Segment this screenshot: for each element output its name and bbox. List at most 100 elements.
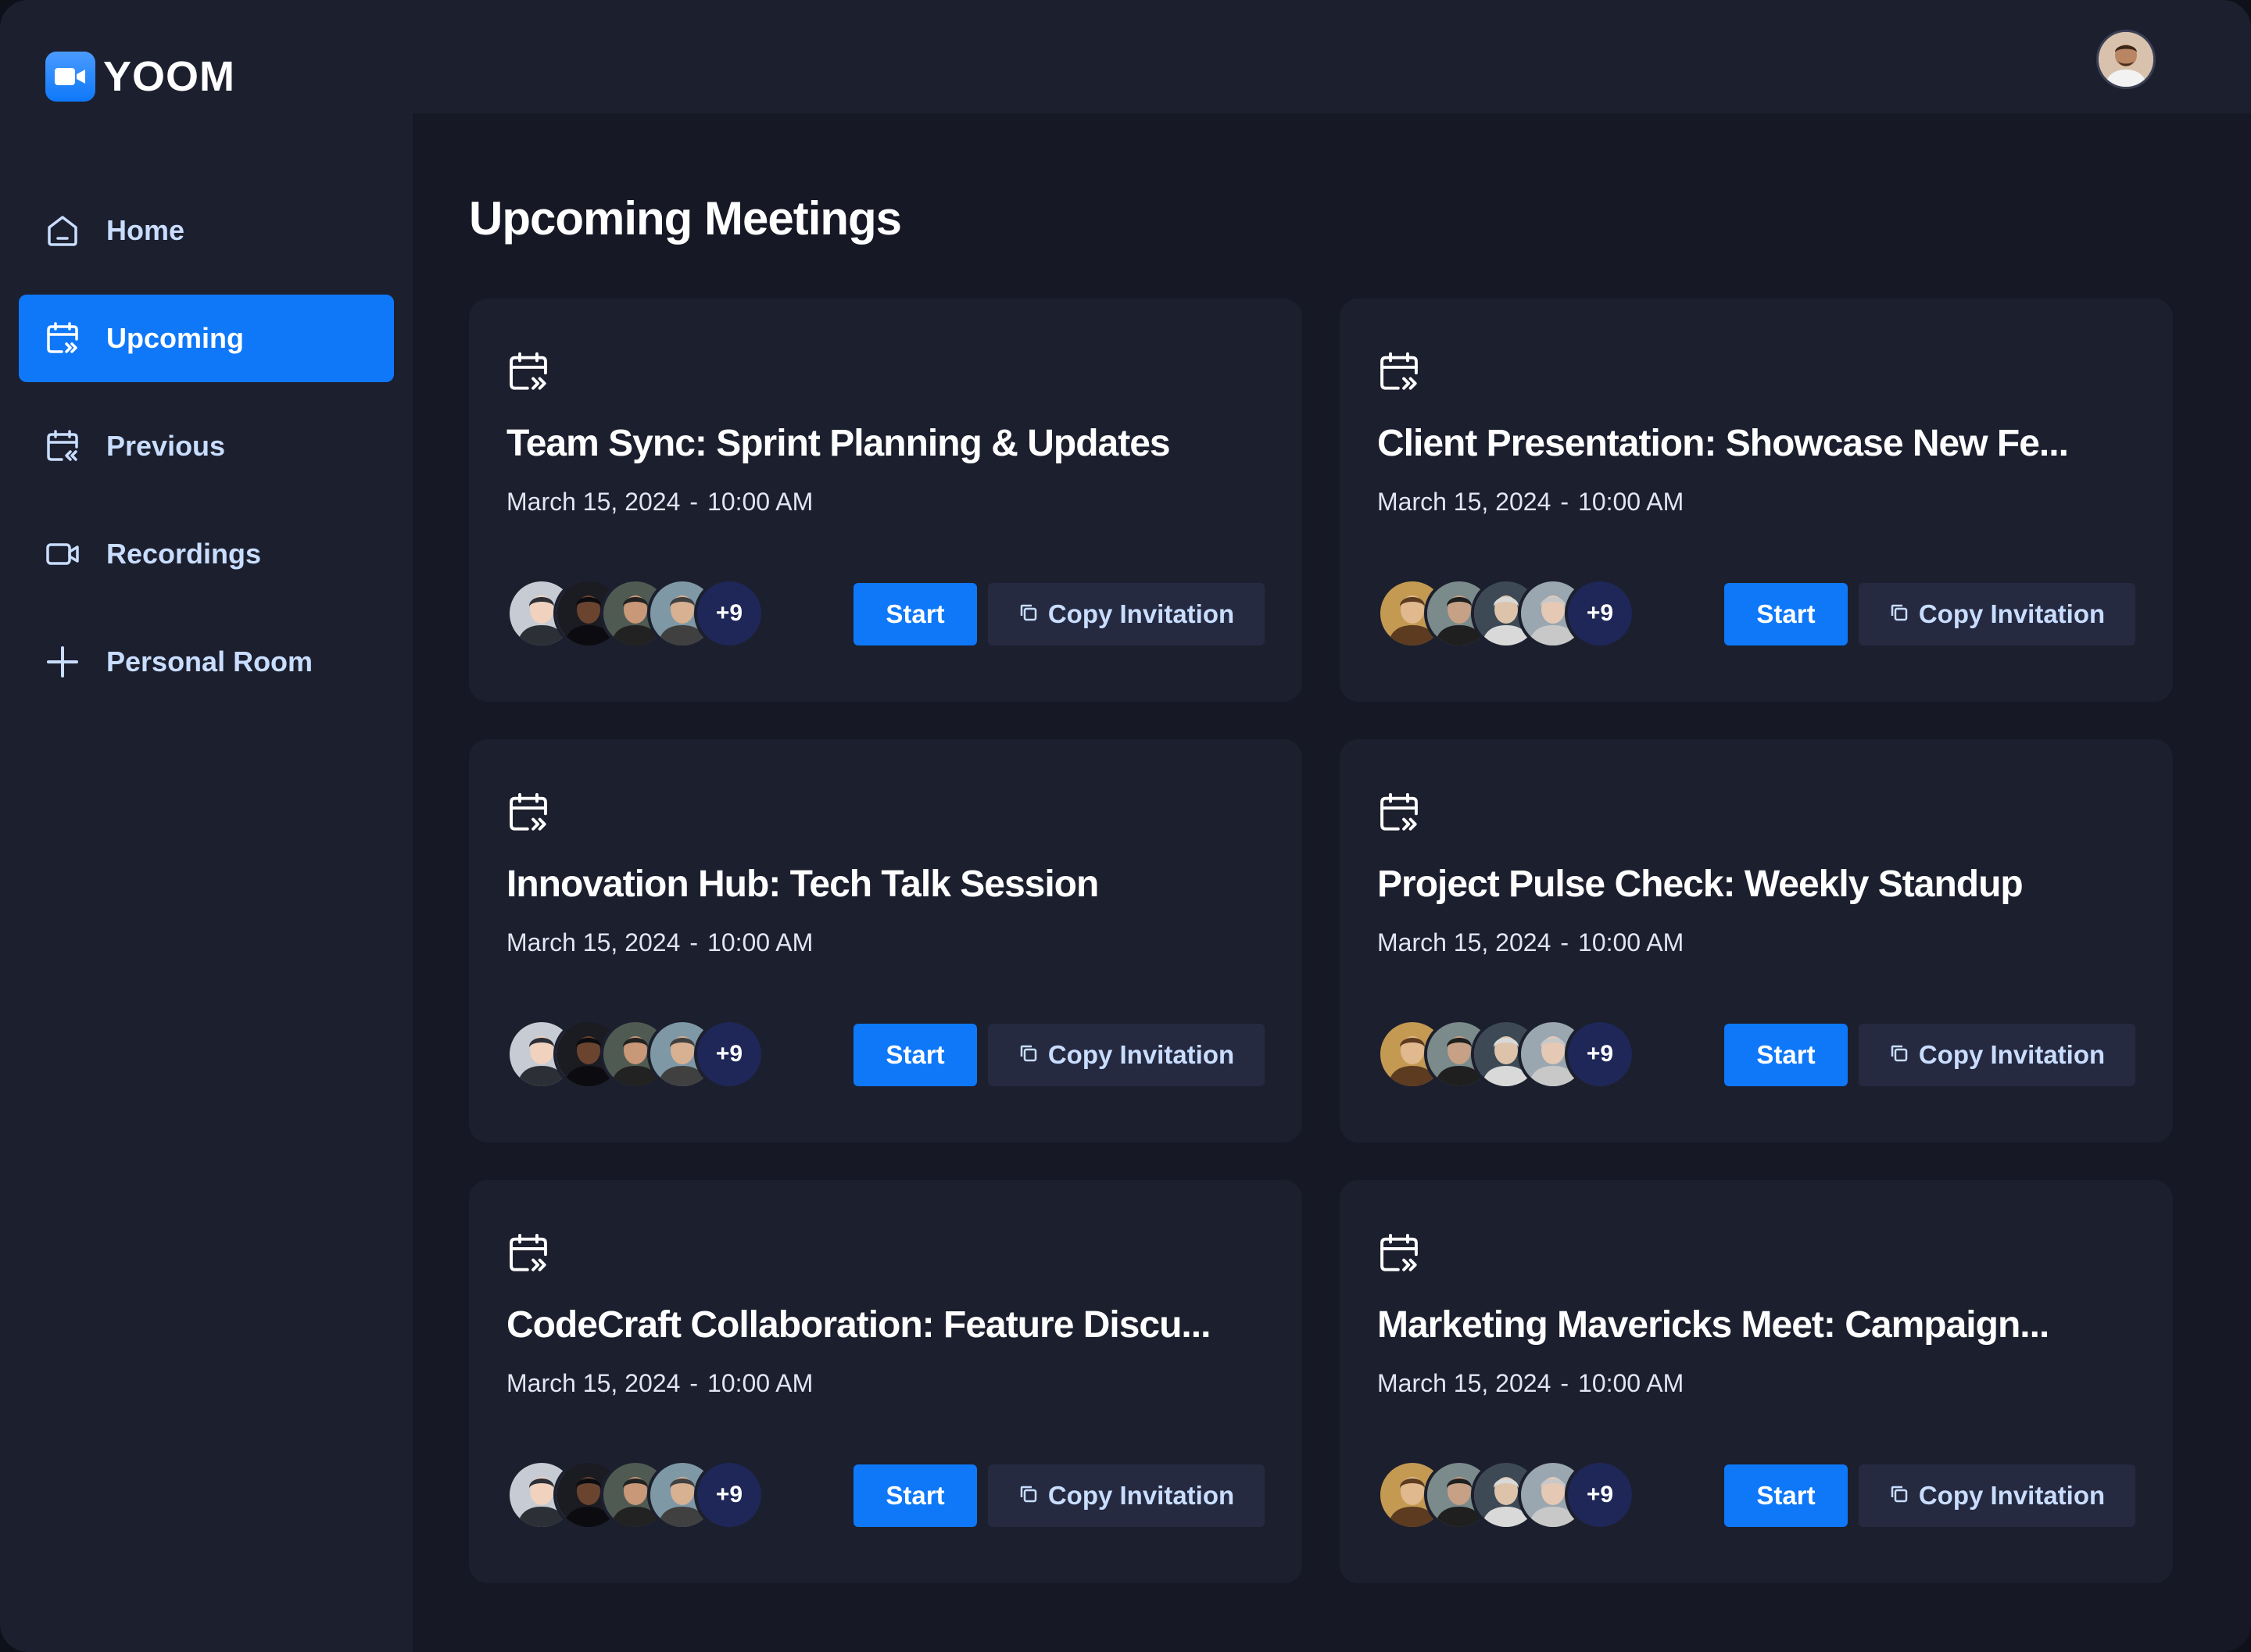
app-name: YOOM (103, 53, 236, 100)
meeting-date: March 15, 2024 (506, 928, 681, 957)
meeting-date: March 15, 2024 (1377, 928, 1551, 957)
meeting-date: March 15, 2024 (506, 488, 681, 516)
meeting-date: March 15, 2024 (1377, 1369, 1551, 1397)
attendee-avatars: +9 (1377, 1460, 1643, 1530)
calendar-forward-icon (1377, 791, 1421, 835)
copy-invitation-button[interactable]: Copy Invitation (988, 1024, 1265, 1086)
copy-invitation-button[interactable]: Copy Invitation (988, 583, 1265, 645)
sidebar-item-label: Previous (106, 430, 226, 462)
meeting-card: Team Sync: Sprint Planning & Updates Mar… (469, 299, 1302, 702)
video-camera-icon (45, 52, 95, 102)
meeting-title: CodeCraft Collaboration: Feature Discu..… (506, 1304, 1211, 1346)
sidebar-item-personal-room[interactable]: Personal Room (19, 618, 394, 706)
sidebar-item-previous[interactable]: Previous (19, 402, 394, 490)
copy-invitation-button[interactable]: Copy Invitation (1859, 1024, 2135, 1086)
copy-icon (1889, 1040, 1909, 1070)
main-content: Upcoming Meetings Team Sync: Sprint Plan… (413, 113, 2251, 1652)
copy-invitation-button[interactable]: Copy Invitation (988, 1464, 1265, 1527)
copy-invitation-button[interactable]: Copy Invitation (1859, 1464, 2135, 1527)
sidebar-item-label: Personal Room (106, 645, 313, 678)
date-separator: - (1560, 488, 1569, 516)
attendee-avatars: +9 (506, 1019, 772, 1089)
attendee-avatars: +9 (1377, 578, 1643, 649)
meeting-datetime: March 15, 2024-10:00 AM (1377, 488, 1684, 517)
meeting-time: 10:00 AM (1578, 488, 1684, 516)
extra-attendees-badge: +9 (1565, 578, 1635, 649)
meeting-time: 10:00 AM (1578, 928, 1684, 957)
meeting-card: Project Pulse Check: Weekly Standup Marc… (1340, 739, 2173, 1142)
sidebar-item-recordings[interactable]: Recordings (19, 510, 394, 598)
start-button[interactable]: Start (1724, 1024, 1848, 1086)
extra-attendees-badge: +9 (694, 578, 764, 649)
sidebar-item-upcoming[interactable]: Upcoming (19, 295, 394, 382)
meeting-title: Client Presentation: Showcase New Fe... (1377, 423, 2069, 464)
calendar-forward-icon (506, 350, 550, 394)
meeting-title: Team Sync: Sprint Planning & Updates (506, 423, 1171, 464)
calendar-back-icon (44, 427, 81, 465)
copy-invitation-label: Copy Invitation (1918, 1040, 2106, 1069)
start-button[interactable]: Start (854, 1024, 977, 1086)
copy-icon (1018, 599, 1039, 629)
copy-invitation-label: Copy Invitation (1918, 1481, 2106, 1510)
page-title: Upcoming Meetings (469, 192, 902, 245)
plus-icon (44, 643, 81, 681)
meeting-datetime: March 15, 2024-10:00 AM (1377, 928, 1684, 957)
sidebar-item-label: Upcoming (106, 322, 244, 354)
meeting-title: Marketing Mavericks Meet: Campaign... (1377, 1304, 2049, 1346)
start-button[interactable]: Start (1724, 583, 1848, 645)
copy-invitation-label: Copy Invitation (1047, 1481, 1235, 1510)
copy-icon (1018, 1481, 1039, 1511)
meeting-time: 10:00 AM (707, 1369, 814, 1397)
extra-attendees-badge: +9 (1565, 1019, 1635, 1089)
date-separator: - (1560, 1369, 1569, 1397)
meeting-card: Innovation Hub: Tech Talk Session March … (469, 739, 1302, 1142)
calendar-forward-icon (506, 1232, 550, 1275)
logo[interactable]: YOOM (45, 52, 235, 102)
meeting-time: 10:00 AM (1578, 1369, 1684, 1397)
date-separator: - (1560, 928, 1569, 957)
meeting-title: Project Pulse Check: Weekly Standup (1377, 864, 2024, 905)
sidebar-item-label: Home (106, 214, 185, 246)
meeting-time: 10:00 AM (707, 928, 814, 957)
home-icon (44, 212, 81, 249)
extra-attendees-badge: +9 (1565, 1460, 1635, 1530)
sidebar-item-label: Recordings (106, 538, 262, 570)
meeting-datetime: March 15, 2024-10:00 AM (506, 1369, 813, 1398)
meeting-date: March 15, 2024 (506, 1369, 681, 1397)
copy-invitation-label: Copy Invitation (1047, 599, 1235, 628)
meeting-title: Innovation Hub: Tech Talk Session (506, 864, 1099, 905)
attendee-avatars: +9 (506, 578, 772, 649)
date-separator: - (689, 488, 699, 516)
calendar-forward-icon (506, 791, 550, 835)
meeting-datetime: March 15, 2024-10:00 AM (1377, 1369, 1684, 1398)
date-separator: - (689, 1369, 699, 1397)
start-button[interactable]: Start (854, 583, 977, 645)
user-avatar[interactable] (2096, 30, 2156, 89)
meeting-datetime: March 15, 2024-10:00 AM (506, 488, 813, 517)
meeting-card: Marketing Mavericks Meet: Campaign... Ma… (1340, 1180, 2173, 1583)
calendar-forward-icon (1377, 350, 1421, 394)
meeting-date: March 15, 2024 (1377, 488, 1551, 516)
start-button[interactable]: Start (1724, 1464, 1848, 1527)
sidebar: Home Upcoming Previous Recordings Person… (0, 113, 413, 1652)
calendar-forward-icon (1377, 1232, 1421, 1275)
extra-attendees-badge: +9 (694, 1019, 764, 1089)
copy-icon (1018, 1040, 1039, 1070)
extra-attendees-badge: +9 (694, 1460, 764, 1530)
start-button[interactable]: Start (854, 1464, 977, 1527)
copy-invitation-label: Copy Invitation (1047, 1040, 1235, 1069)
copy-icon (1889, 599, 1909, 629)
date-separator: - (689, 928, 699, 957)
copy-invitation-label: Copy Invitation (1918, 599, 2106, 628)
sidebar-item-home[interactable]: Home (19, 187, 394, 274)
meeting-datetime: March 15, 2024-10:00 AM (506, 928, 813, 957)
meeting-card: CodeCraft Collaboration: Feature Discu..… (469, 1180, 1302, 1583)
calendar-forward-icon (44, 320, 81, 357)
video-icon (44, 535, 81, 573)
attendee-avatars: +9 (506, 1460, 772, 1530)
copy-invitation-button[interactable]: Copy Invitation (1859, 583, 2135, 645)
attendee-avatars: +9 (1377, 1019, 1643, 1089)
app-window: YOOM Home Upcoming Previous Recordings P… (0, 0, 2251, 1652)
copy-icon (1889, 1481, 1909, 1511)
meeting-time: 10:00 AM (707, 488, 814, 516)
